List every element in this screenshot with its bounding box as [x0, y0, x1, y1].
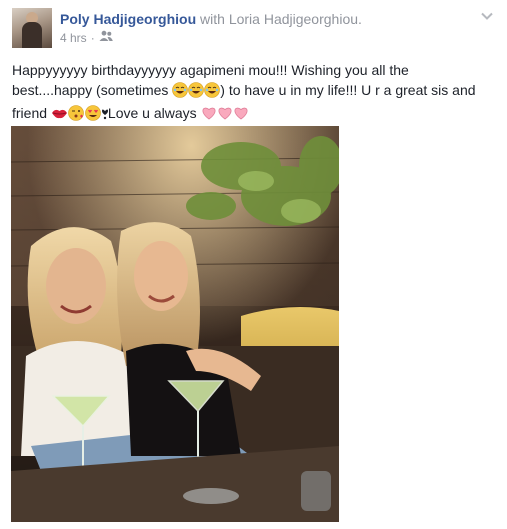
- post-message: Happyyyyyy birthdayyyyyy agapimeni mou!!…: [12, 60, 492, 126]
- message-line-3: friend Love u always: [12, 103, 492, 126]
- meta-separator: ·: [90, 31, 95, 45]
- message-line-2-end: ) to have u in my life!!! U r a great si…: [220, 82, 476, 98]
- wink-kiss-emoji: [68, 105, 85, 126]
- tagged-person-link[interactable]: Loria Hadjigeorghiou.: [229, 11, 362, 27]
- message-line-3-end: Love u always: [107, 105, 201, 121]
- heart-eyes-emoji: [85, 105, 102, 126]
- post-photo[interactable]: [11, 126, 339, 522]
- message-line-1: Happyyyyyy birthdayyyyyy agapimeni mou!!…: [12, 62, 409, 78]
- post-meta: 4 hrs ·: [60, 30, 113, 46]
- message-line-2-start: best....happy (sometimes: [12, 82, 173, 98]
- chevron-down-icon[interactable]: [480, 9, 494, 23]
- author-name-link[interactable]: Poly Hadjigeorghiou: [60, 11, 196, 27]
- post-header: Poly Hadjigeorghiou with Loria Hadjigeor…: [60, 10, 362, 28]
- grinning-sweat-emoji: [172, 82, 221, 103]
- lips-emoji: [51, 105, 68, 126]
- post-timestamp[interactable]: 4 hrs: [60, 30, 87, 46]
- author-avatar[interactable]: [12, 8, 52, 48]
- pink-heart-emoji: [201, 105, 249, 126]
- friends-icon[interactable]: [99, 30, 113, 46]
- with-label: with: [200, 11, 225, 27]
- message-line-2: best....happy (sometimes ) to have u in …: [12, 80, 492, 103]
- message-line-3-start: friend: [12, 105, 51, 121]
